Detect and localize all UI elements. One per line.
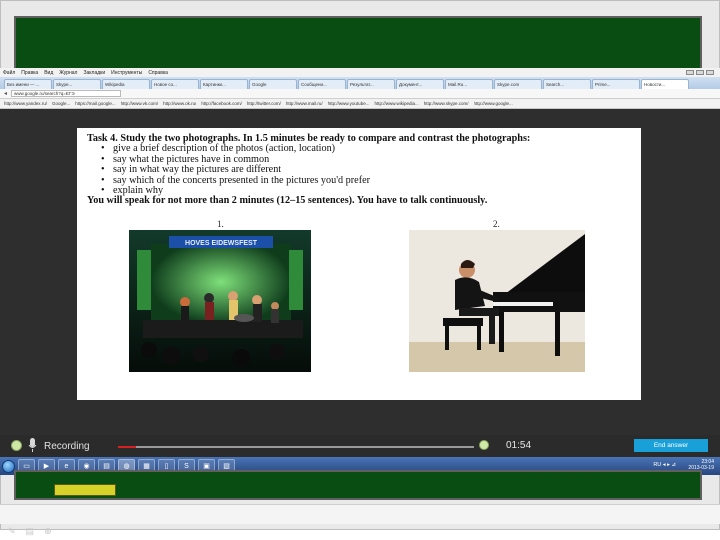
festival-stage-image: HOVES EIDEWSFEST <box>129 230 311 372</box>
skype-icon: S <box>184 462 189 470</box>
play-icon: ▶ <box>43 463 50 470</box>
bookmarks-bar: http://www.yandex.ru/ Google... https://… <box>0 99 720 109</box>
browser-tab[interactable]: Результат... <box>347 79 395 89</box>
photo1-number: 1. <box>217 219 224 229</box>
menu-icon[interactable]: ▤ <box>26 526 35 537</box>
browser-tab[interactable]: Google <box>249 79 297 89</box>
back-icon[interactable]: ◂ <box>4 90 7 97</box>
bookmark-link[interactable]: http://facebook.com/ <box>201 101 242 106</box>
browser-tab[interactable]: Без имени — ... <box>4 79 52 89</box>
folder-icon: ▭ <box>23 463 30 470</box>
window-icon: ▣ <box>203 463 210 470</box>
recording-bar: Recording 01:54 End answer <box>0 435 720 457</box>
browser-tab[interactable]: Prime... <box>592 79 640 89</box>
menu-bookmarks[interactable]: Закладки <box>83 70 105 76</box>
system-tray-icons[interactable]: RU ◂ ▸ ⊿ <box>653 462 676 468</box>
pianist-image <box>409 230 585 372</box>
slide-footer-controls: ✎ ▤ ⊕ <box>8 526 52 537</box>
menu-view[interactable]: Вид <box>44 70 53 76</box>
bookmark-link[interactable]: http://www.google... <box>474 101 513 106</box>
url-input[interactable]: www.google.ru/search?q=ЕГЭ <box>11 90 122 97</box>
festival-concert-photo: HOVES EIDEWSFEST <box>129 230 311 372</box>
bookmark-link[interactable]: http://www.wikipedia... <box>374 101 418 106</box>
bookmark-link[interactable]: http://www.youtube... <box>328 101 370 106</box>
recording-progress <box>118 446 136 448</box>
presentation-icon: ▧ <box>223 463 230 470</box>
board-bottom-panel <box>14 470 702 500</box>
browser-tab[interactable]: Skype... <box>53 79 101 89</box>
recording-timer: 01:54 <box>506 440 532 451</box>
minimize-button[interactable] <box>686 70 694 75</box>
document-icon: ▤ <box>103 463 110 470</box>
bookmark-link[interactable]: http://www.skype.com/ <box>424 101 469 106</box>
microphone-icon <box>28 438 37 452</box>
photo2-number: 2. <box>493 219 500 229</box>
task-page: Task 4. Study the two photographs. In 1.… <box>77 128 641 400</box>
board-top-panel <box>14 16 702 72</box>
screen-capture: Файл Правка Вид Журнал Закладки Инструме… <box>0 68 720 475</box>
menu-edit[interactable]: Правка <box>21 70 38 76</box>
task-instructions: You will speak for not more than 2 minut… <box>87 195 488 207</box>
timeline-end-marker <box>479 440 489 450</box>
browser-tab[interactable]: Документ... <box>396 79 444 89</box>
browser-tabbar: Без имени — ... Skype... Wikipedia Новое… <box>0 77 720 89</box>
browser-tab-active[interactable]: Новости... <box>641 79 689 89</box>
browser-tab[interactable]: Skype.com <box>494 79 542 89</box>
firefox-icon: ◉ <box>83 463 90 470</box>
bookmark-link[interactable]: http://www.vk.com/ <box>121 101 159 106</box>
menu-tools[interactable]: Инструменты <box>111 70 142 76</box>
end-answer-button[interactable]: End answer <box>634 439 708 452</box>
bookmark-link[interactable]: http://www.ok.ru/ <box>163 101 196 106</box>
menu-help[interactable]: Справка <box>148 70 168 76</box>
bookmark-link[interactable]: https://mail.google... <box>75 101 115 106</box>
file-icon: ▯ <box>164 463 169 470</box>
close-button[interactable] <box>706 70 714 75</box>
browser-tab[interactable]: Картинки... <box>200 79 248 89</box>
bookmark-link[interactable]: Google... <box>52 101 70 106</box>
menu-history[interactable]: Журнал <box>59 70 77 76</box>
task-bullet-list: give a brief description of the photos (… <box>87 143 635 197</box>
address-bar: ◂ www.google.ru/search?q=ЕГЭ <box>0 89 720 99</box>
browser-tab[interactable]: Новое со... <box>151 79 199 89</box>
window-controls <box>686 70 714 75</box>
task-bullet: explain why <box>101 185 635 197</box>
bookmark-link[interactable]: http://twitter.com/ <box>247 101 281 106</box>
recording-label: Recording <box>44 441 90 452</box>
ie-icon: e <box>64 462 69 470</box>
chalk-tray <box>54 484 116 496</box>
browser-icon: ◍ <box>123 463 130 470</box>
browser-menubar: Файл Правка Вид Журнал Закладки Инструме… <box>0 68 720 77</box>
archive-icon: ▦ <box>143 463 150 470</box>
zoom-icon[interactable]: ⊕ <box>44 526 52 537</box>
festival-banner-text: HOVES EIDEWSFEST <box>185 240 258 247</box>
browser-tab[interactable]: Search... <box>543 79 591 89</box>
menu-file[interactable]: Файл <box>3 70 15 76</box>
board-ledge <box>0 504 720 524</box>
task-text-block: Task 4. Study the two photographs. In 1.… <box>87 133 635 207</box>
pen-icon[interactable]: ✎ <box>8 526 16 537</box>
record-status-icon <box>11 440 22 451</box>
pianist-concert-photo <box>409 230 585 372</box>
recording-timeline[interactable] <box>118 446 474 448</box>
browser-tab[interactable]: Mail.Ru... <box>445 79 493 89</box>
browser-tab[interactable]: Сообщени... <box>298 79 346 89</box>
maximize-button[interactable] <box>696 70 704 75</box>
bookmark-link[interactable]: http://www.yandex.ru/ <box>4 101 47 106</box>
bookmark-link[interactable]: http://www.mail.ru/ <box>286 101 323 106</box>
browser-tab[interactable]: Wikipedia <box>102 79 150 89</box>
task-bullet: say which of the concerts presented in t… <box>101 175 635 187</box>
